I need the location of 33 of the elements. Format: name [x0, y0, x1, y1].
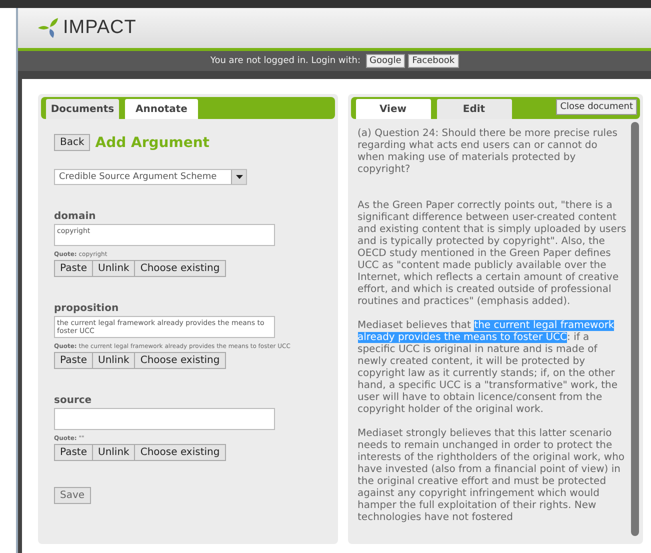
tab[interactable]: Documents — [46, 99, 119, 119]
logo-text: IMPACT — [63, 17, 136, 39]
action-button[interactable]: Unlink — [92, 352, 134, 369]
login-button[interactable]: Google — [366, 54, 406, 68]
action-button[interactable]: Choose existing — [134, 260, 226, 277]
form-title: Add Argument — [95, 134, 210, 150]
document-paragraph: Mediaset believes that the current legal framework already provides the means to foster UCC: if a specific UCC is original in nature and is made of newly created content, it will be protected by copyright law as it currently stands; if, on the other hand, a specific UCC is a "transformative" work, the user will have to obtain licence/consent from the copyright holder of the original work. — [358, 320, 618, 416]
action-button[interactable]: Paste — [54, 260, 92, 277]
tab[interactable]: Annotate — [125, 99, 198, 119]
action-button[interactable]: Unlink — [92, 260, 134, 277]
login-button[interactable]: Facebook — [408, 54, 459, 68]
tab[interactable]: Edit — [436, 99, 512, 119]
tab[interactable]: View — [356, 99, 430, 119]
back-button[interactable]: Back — [54, 134, 90, 151]
text-field[interactable] — [54, 408, 275, 430]
action-button[interactable]: Paste — [54, 444, 92, 461]
close-document-button[interactable]: Close document — [556, 99, 637, 115]
field-label: domain — [54, 211, 96, 222]
action-button[interactable]: Paste — [54, 352, 92, 369]
field-label: source — [54, 395, 92, 406]
scrollbar[interactable] — [631, 122, 639, 536]
document-paragraph: (a) Question 24: Should there be more precise rules regarding what acts end users can or cannot do when making use of materials protected by copyright? — [358, 128, 618, 176]
document-paragraph: Mediaset strongly believes that this latter scenario needs to remain unchanged in order to protect the interests of the rightholders of the original work, who have invested (also from a financial point of view) in the original creative effort and must be protected against any copyright infringement which would hamper the full exploitation of their rights. New technologies have not fostered — [358, 428, 626, 524]
action-button[interactable]: Unlink — [92, 444, 134, 461]
dropdown-icon — [231, 170, 246, 184]
action-button[interactable]: Choose existing — [134, 352, 226, 369]
save-button[interactable]: Save — [54, 487, 91, 504]
field-label: proposition — [54, 303, 119, 314]
document-paragraph: As the Green Paper correctly points out, "there is a significant difference between user-created content and existing content that is simply uploaded by users and is typically protected by copyright". Also, the OECD study mentioned in the Green Paper defines UCC as "content made publicly available over the Internet, which reflects a certain amount of creative effort, and which is created outside of professional routines and practices" (emphasis added). — [358, 200, 627, 308]
leaf-logo-icon — [38, 18, 60, 38]
scheme-select[interactable]: Credible Source Argument Scheme — [54, 169, 247, 185]
action-button[interactable]: Choose existing — [134, 444, 226, 461]
login-text: You are not logged in. Login with: — [210, 56, 361, 66]
